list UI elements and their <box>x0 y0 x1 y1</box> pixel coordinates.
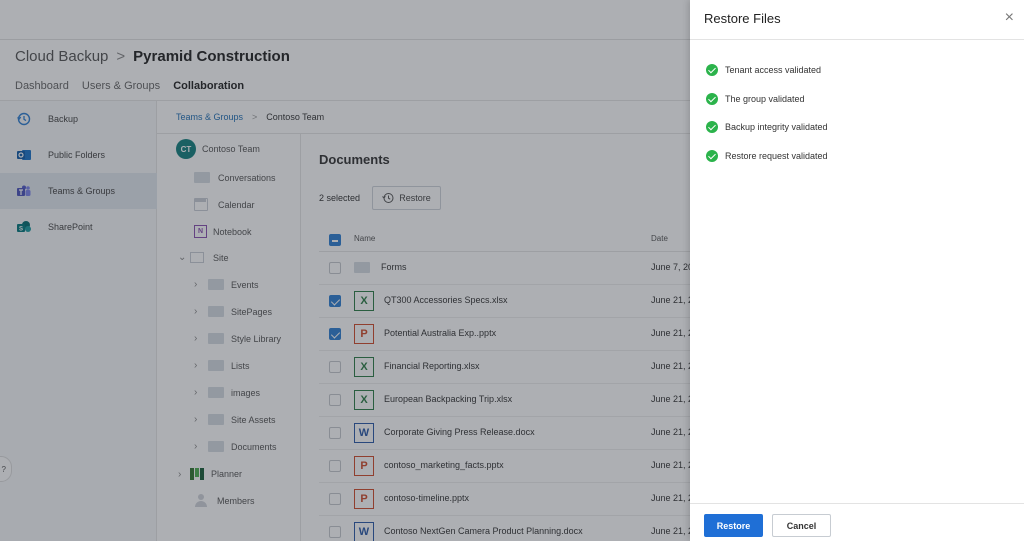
panel-header: Restore Files × <box>690 0 1024 40</box>
check-circle-icon <box>706 150 718 162</box>
validation-text: Tenant access validated <box>725 65 822 75</box>
validation-item: Tenant access validated <box>706 64 821 76</box>
restore-files-panel: Restore Files × Tenant access validated … <box>690 0 1024 541</box>
panel-title: Restore Files <box>704 11 781 26</box>
validation-text: The group validated <box>725 94 805 104</box>
restore-button[interactable]: Restore <box>704 514 763 537</box>
check-circle-icon <box>706 93 718 105</box>
validation-text: Backup integrity validated <box>725 122 828 132</box>
validation-item: Backup integrity validated <box>706 121 828 133</box>
cancel-button[interactable]: Cancel <box>772 514 831 537</box>
check-circle-icon <box>706 64 718 76</box>
panel-footer: Restore Cancel <box>690 503 1024 541</box>
check-circle-icon <box>706 121 718 133</box>
validation-item: Restore request validated <box>706 150 828 162</box>
modal-backdrop[interactable] <box>0 0 690 541</box>
validation-text: Restore request validated <box>725 151 828 161</box>
close-icon[interactable]: × <box>1005 10 1014 26</box>
validation-item: The group validated <box>706 93 805 105</box>
